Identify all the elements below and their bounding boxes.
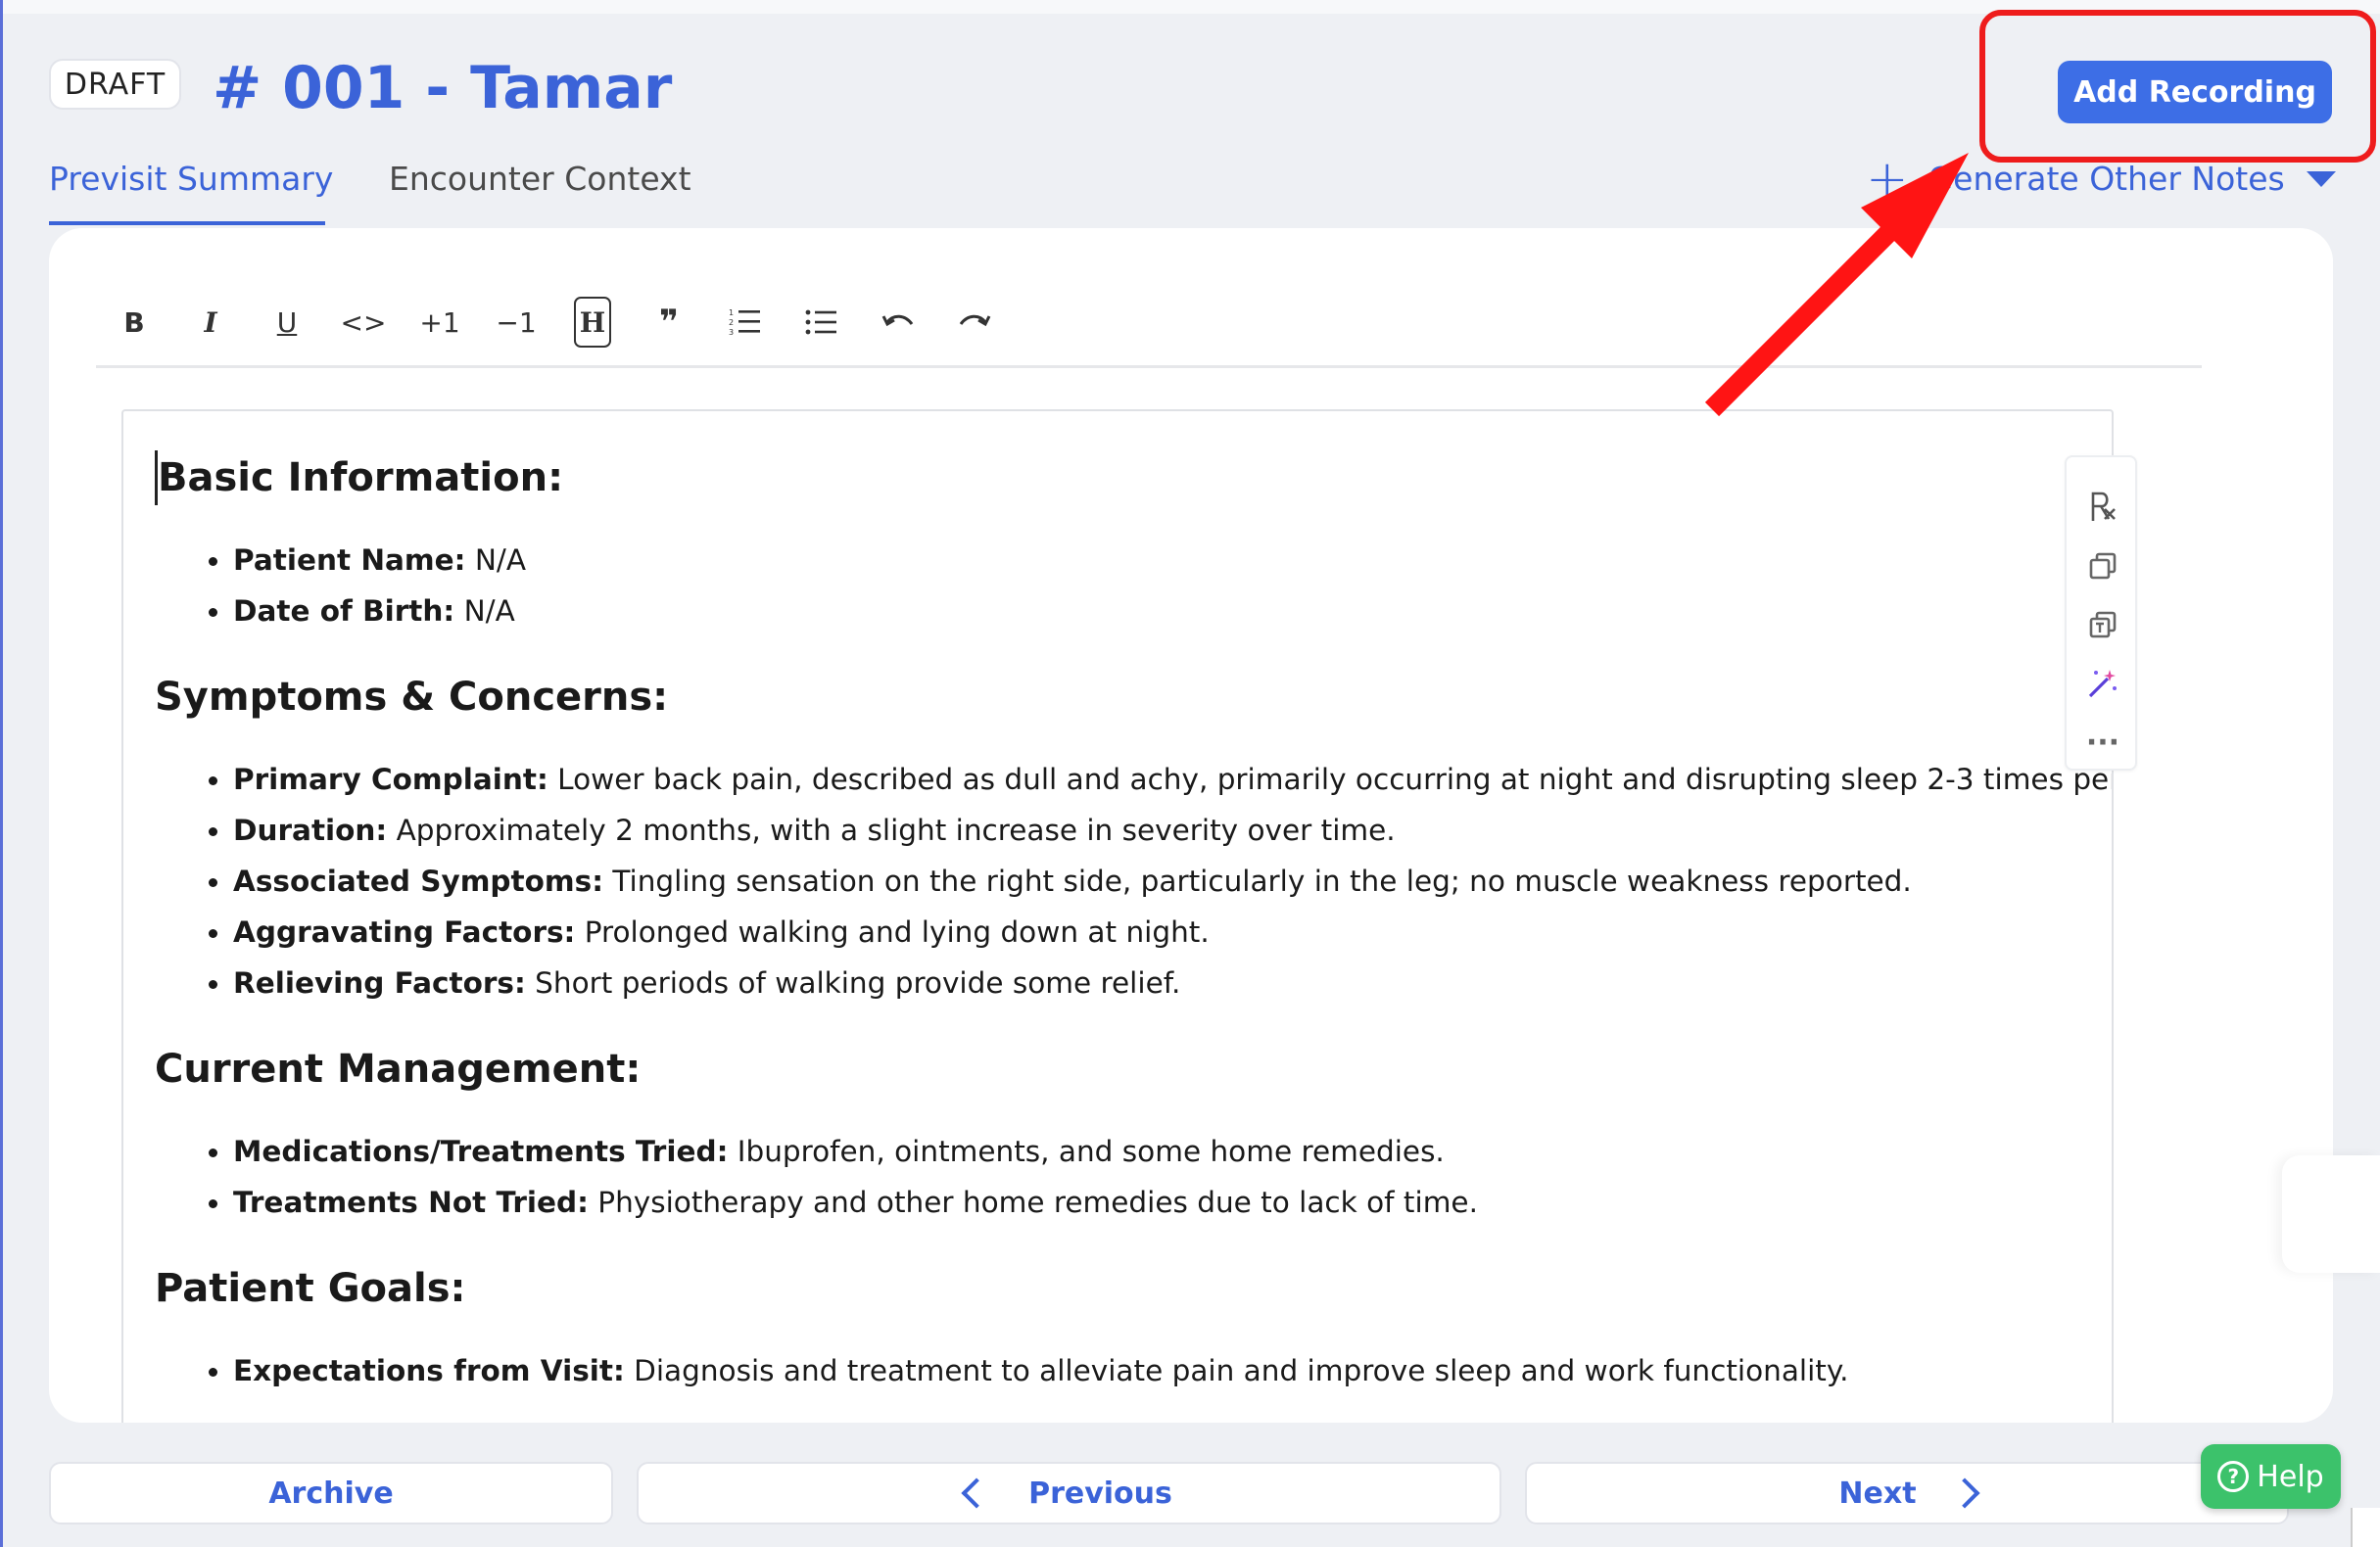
heading-button[interactable]: H (554, 287, 631, 357)
list-item: Associated Symptoms: Tingling sensation … (209, 856, 2080, 907)
section-list: Medications/Treatments Tried: Ibuprofen,… (209, 1126, 2080, 1228)
section-heading: Current Management: (155, 1047, 642, 1092)
svg-text:2: 2 (729, 318, 734, 327)
formatting-toolbar: B I U <> +1 −1 H ❞ 123 (96, 287, 2202, 357)
magic-wand-icon[interactable] (2067, 655, 2139, 712)
list-item: Expectations from Visit: Diagnosis and t… (209, 1345, 2080, 1396)
code-button[interactable]: <> (325, 287, 402, 357)
active-tab-indicator (49, 221, 325, 225)
list-item: Date of Birth: N/A (209, 586, 2080, 636)
section-heading: Symptoms & Concerns: (155, 675, 669, 720)
previous-label: Previous (1028, 1476, 1172, 1511)
plus-icon: + (1866, 150, 1909, 209)
bold-button[interactable]: B (96, 287, 172, 357)
copy-text-icon[interactable] (2067, 596, 2139, 653)
quote-button[interactable]: ❞ (631, 287, 707, 357)
italic-button[interactable]: I (172, 287, 249, 357)
bullet-list-button[interactable] (784, 287, 860, 357)
status-badge: DRAFT (49, 59, 181, 110)
toolbar-divider (96, 365, 2202, 368)
indent-minus-button[interactable]: −1 (478, 287, 554, 357)
tab-previsit-summary[interactable]: Previsit Summary (49, 155, 333, 204)
list-item: Medications/Treatments Tried: Ibuprofen,… (209, 1126, 2080, 1177)
ordered-list-button[interactable]: 123 (707, 287, 784, 357)
side-handle (2282, 1155, 2380, 1273)
list-item: Patient Name: N/A (209, 535, 2080, 586)
chevron-right-icon (1949, 1477, 1980, 1509)
list-item: Treatments Not Tried: Physiotherapy and … (209, 1177, 2080, 1228)
list-item: Aggravating Factors: Prolonged walking a… (209, 907, 2080, 958)
undo-button[interactable] (860, 287, 936, 357)
editor-card: B I U <> +1 −1 H ❞ 123 Basic Information… (49, 228, 2333, 1423)
svg-text:3: 3 (729, 328, 734, 337)
section-list: Patient Name: N/A Date of Birth: N/A (209, 535, 2080, 636)
copy-icon[interactable] (2067, 538, 2139, 594)
archive-button[interactable]: Archive (49, 1462, 613, 1524)
redo-icon (959, 314, 991, 327)
edge-scrollbar (2351, 1508, 2380, 1547)
bullet-list-icon (805, 309, 836, 335)
section-list: Primary Complaint: Lower back pain, desc… (209, 754, 2112, 1008)
ordered-list-icon: 123 (729, 308, 760, 337)
tab-encounter-context[interactable]: Encounter Context (389, 155, 691, 204)
underline-button[interactable]: U (249, 287, 325, 357)
window-edge (0, 0, 3, 1547)
heading-icon: H (574, 297, 611, 348)
indent-plus-button[interactable]: +1 (402, 287, 478, 357)
more-icon[interactable]: ··· (2067, 714, 2139, 771)
prescription-icon[interactable] (2067, 479, 2139, 536)
section-heading: Basic Information: (155, 450, 2080, 505)
redo-button[interactable] (936, 287, 1013, 357)
list-item: Duration: Approximately 2 months, with a… (209, 805, 2080, 856)
previous-button[interactable]: Previous (637, 1462, 1501, 1524)
document-editor[interactable]: Basic Information: Patient Name: N/A Dat… (121, 409, 2114, 1423)
next-label: Next (1838, 1476, 1917, 1511)
help-icon: ? (2217, 1461, 2250, 1492)
list-item: Relieving Factors: Short periods of walk… (209, 958, 2080, 1008)
undo-icon (881, 314, 914, 327)
page-title: # 001 - Tamar (213, 54, 673, 122)
svg-text:1: 1 (729, 308, 734, 317)
generate-other-notes-label: Generate Other Notes (1928, 160, 2285, 198)
help-label: Help (2257, 1459, 2324, 1494)
list-item: Primary Complaint: Lower back pain, desc… (209, 754, 2112, 805)
archive-label: Archive (268, 1476, 394, 1511)
section-list: Expectations from Visit: Diagnosis and t… (209, 1345, 2080, 1396)
caret-down-icon (2306, 171, 2336, 187)
help-button[interactable]: ? Help (2201, 1444, 2341, 1509)
side-action-panel: ··· (2065, 455, 2137, 771)
chevron-left-icon (961, 1477, 992, 1509)
generate-other-notes-button[interactable]: + Generate Other Notes (1866, 150, 2336, 209)
section-heading: Patient Goals: (155, 1266, 466, 1311)
highlight-box (1979, 10, 2376, 163)
next-button[interactable]: Next (1525, 1462, 2289, 1524)
